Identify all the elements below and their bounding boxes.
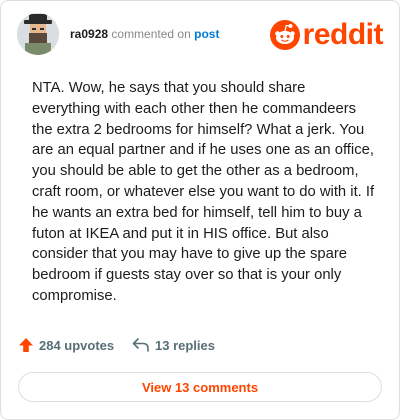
upvote-count: 284 upvotes: [39, 337, 115, 353]
reddit-logo[interactable]: reddit: [269, 18, 384, 51]
avatar[interactable]: [17, 13, 59, 55]
commented-on-text: commented on: [111, 27, 191, 41]
comment-header: ra0928 commented on post reddit: [17, 13, 384, 57]
replies-button[interactable]: 13 replies: [132, 337, 215, 353]
username[interactable]: ra0928: [70, 27, 108, 41]
comment-actions: 284 upvotes 13 replies: [18, 337, 383, 361]
reddit-wordmark: reddit: [302, 18, 384, 51]
reply-count: 13 replies: [155, 337, 215, 353]
comment-meta: ra0928 commented on post: [70, 27, 219, 41]
reddit-snoo-icon: [269, 20, 300, 50]
reply-arrow-icon: [132, 338, 149, 352]
post-link[interactable]: post: [194, 27, 219, 41]
avatar-image: [17, 13, 59, 55]
upvote-arrow-icon: [19, 338, 33, 352]
comment-card: ra0928 commented on post reddit NTA. Wow…: [0, 0, 400, 420]
view-comments-button[interactable]: View 13 comments: [18, 372, 382, 402]
upvote-button[interactable]: 284 upvotes: [18, 337, 114, 353]
comment-body: NTA. Wow, he says that you should share …: [32, 80, 375, 304]
